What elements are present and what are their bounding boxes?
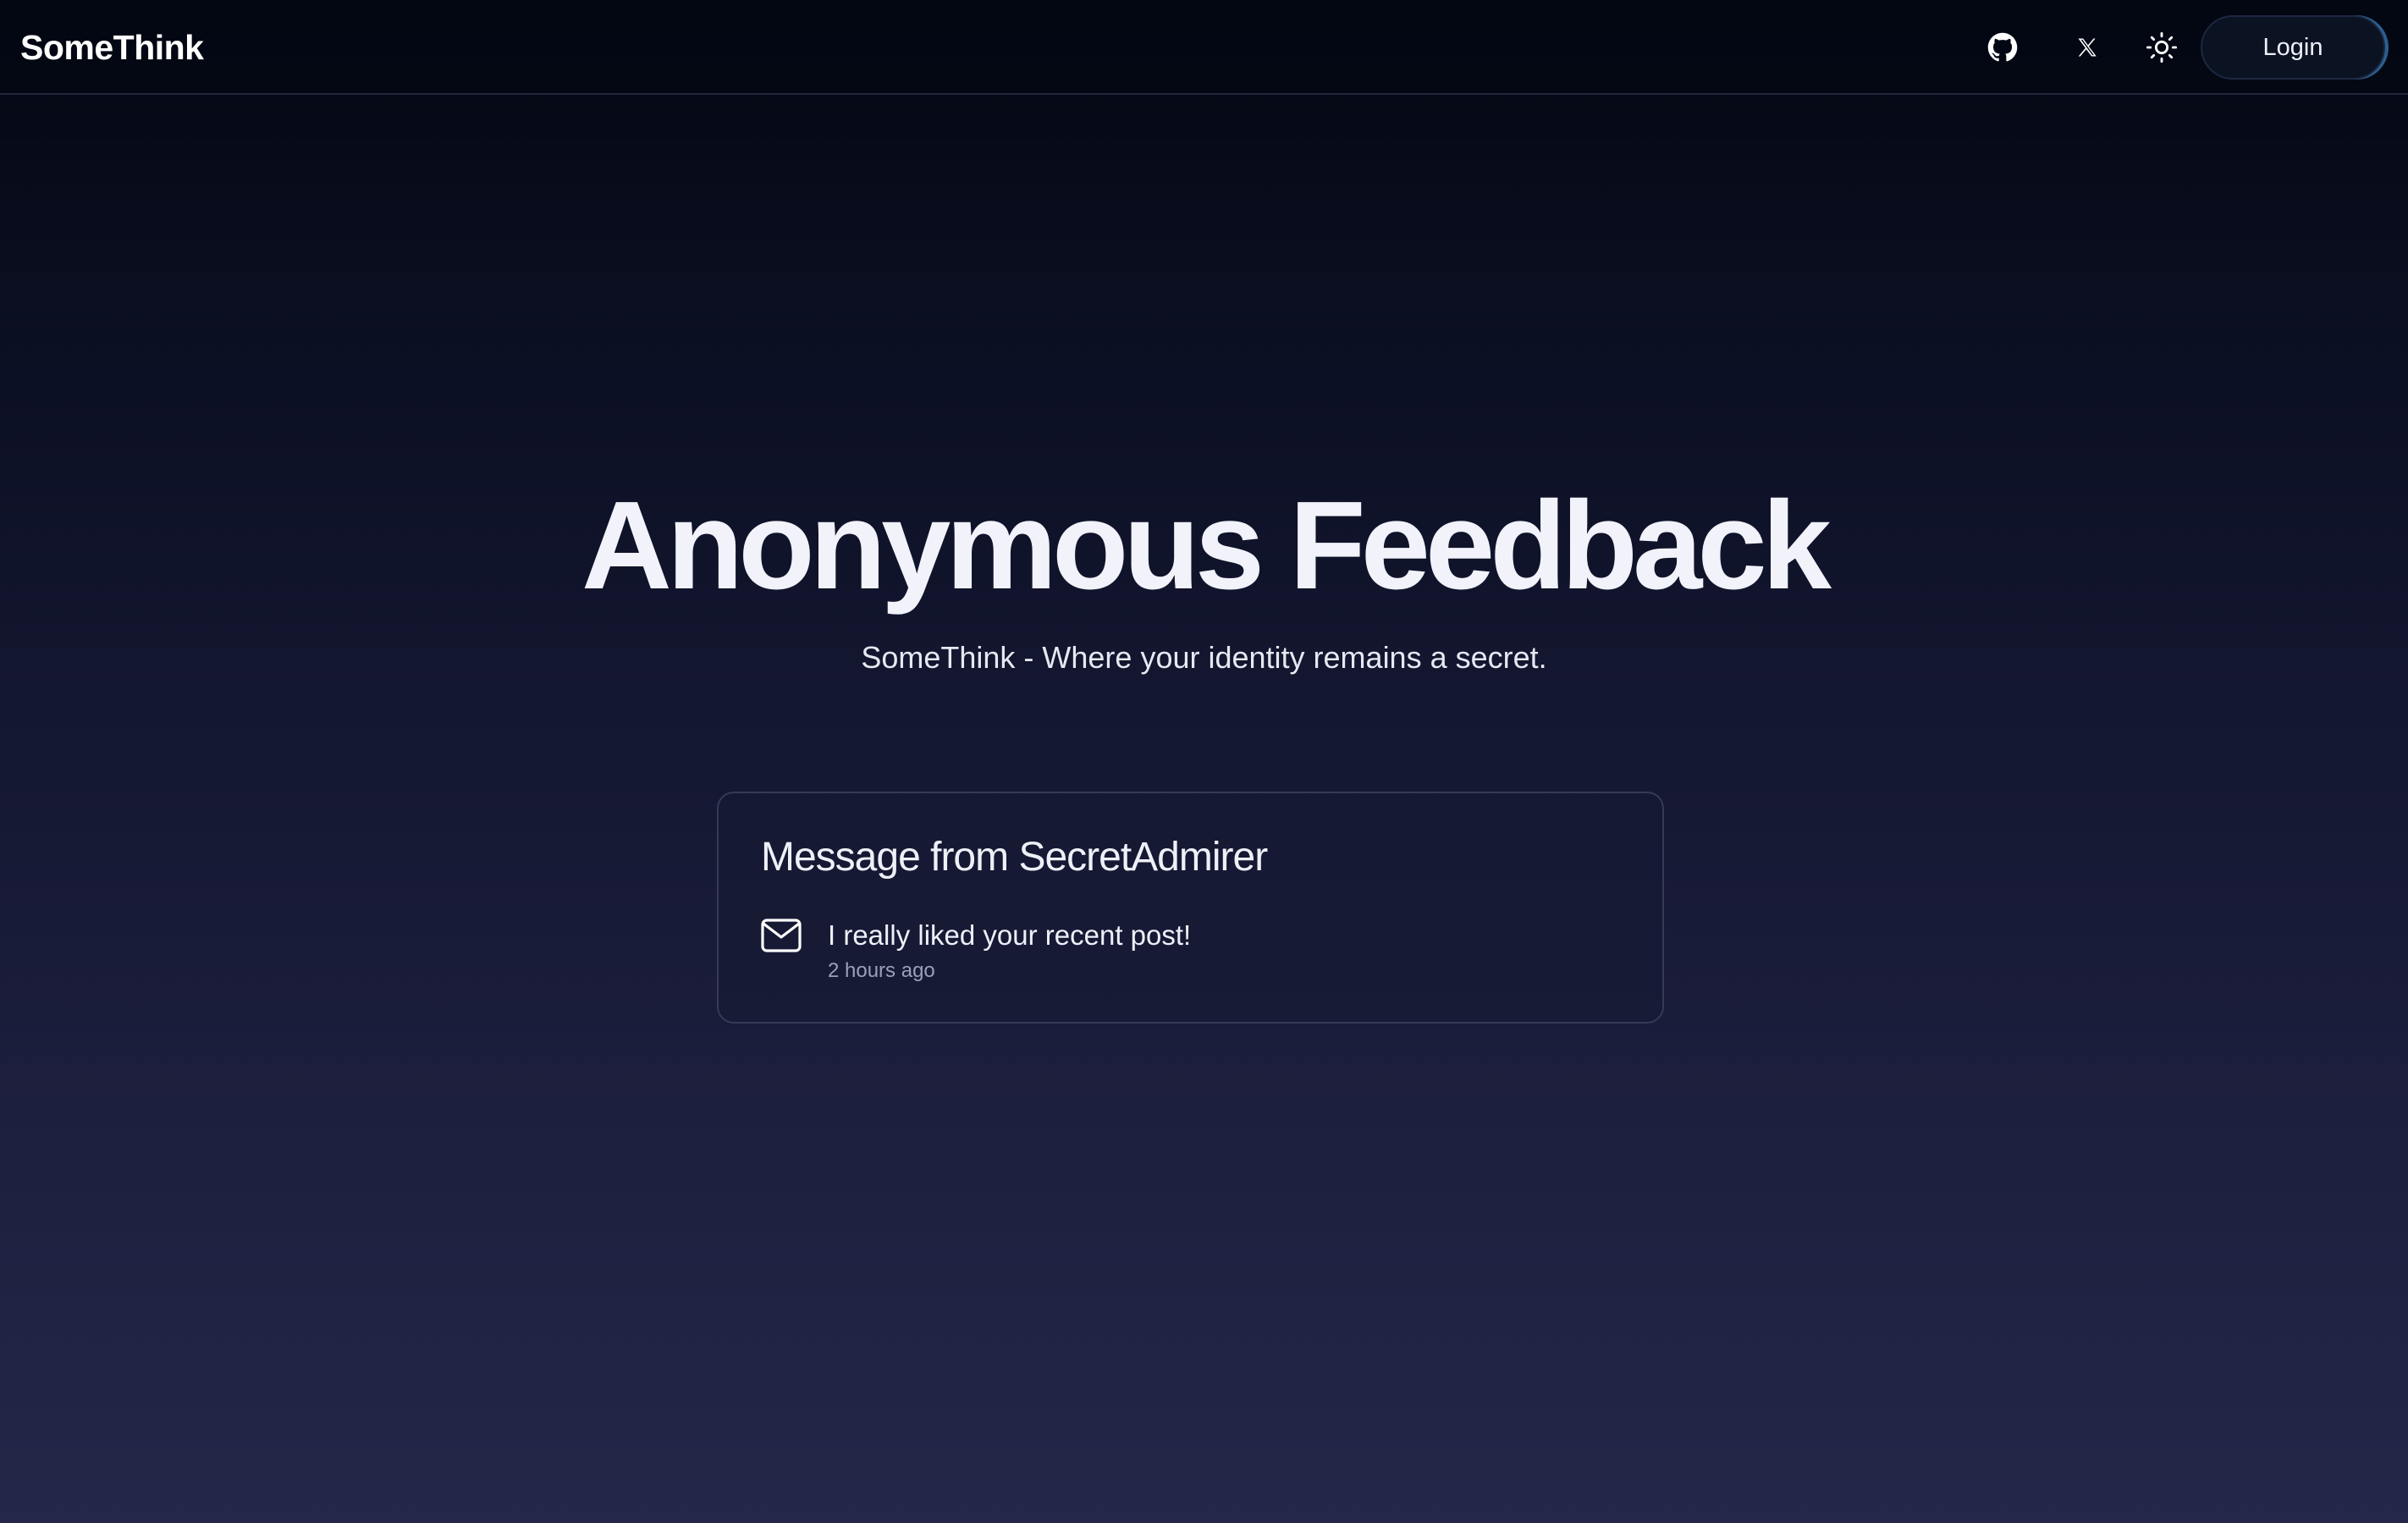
message-text: I really liked your recent post! [828,919,1192,951]
page-title: Anonymous Feedback [581,476,1832,615]
mail-icon [761,919,802,952]
sun-glyph [2146,31,2178,63]
login-button[interactable]: Login [2201,15,2385,80]
navbar: SomeThink Login [0,0,2408,95]
message-card-title: Message from SecretAdmirer [761,835,1268,880]
github-icon[interactable] [1981,25,2025,69]
x-icon[interactable] [2065,25,2109,69]
github-glyph [1987,32,2018,62]
page-subtitle: SomeThink - Where your identity remains … [861,640,1547,675]
brand-logo[interactable]: SomeThink [20,24,204,71]
sun-icon[interactable] [2140,25,2184,69]
message-timestamp: 2 hours ago [828,959,935,982]
message-card: Message from SecretAdmirer I really like… [717,792,1664,1024]
x-glyph [2078,38,2097,57]
